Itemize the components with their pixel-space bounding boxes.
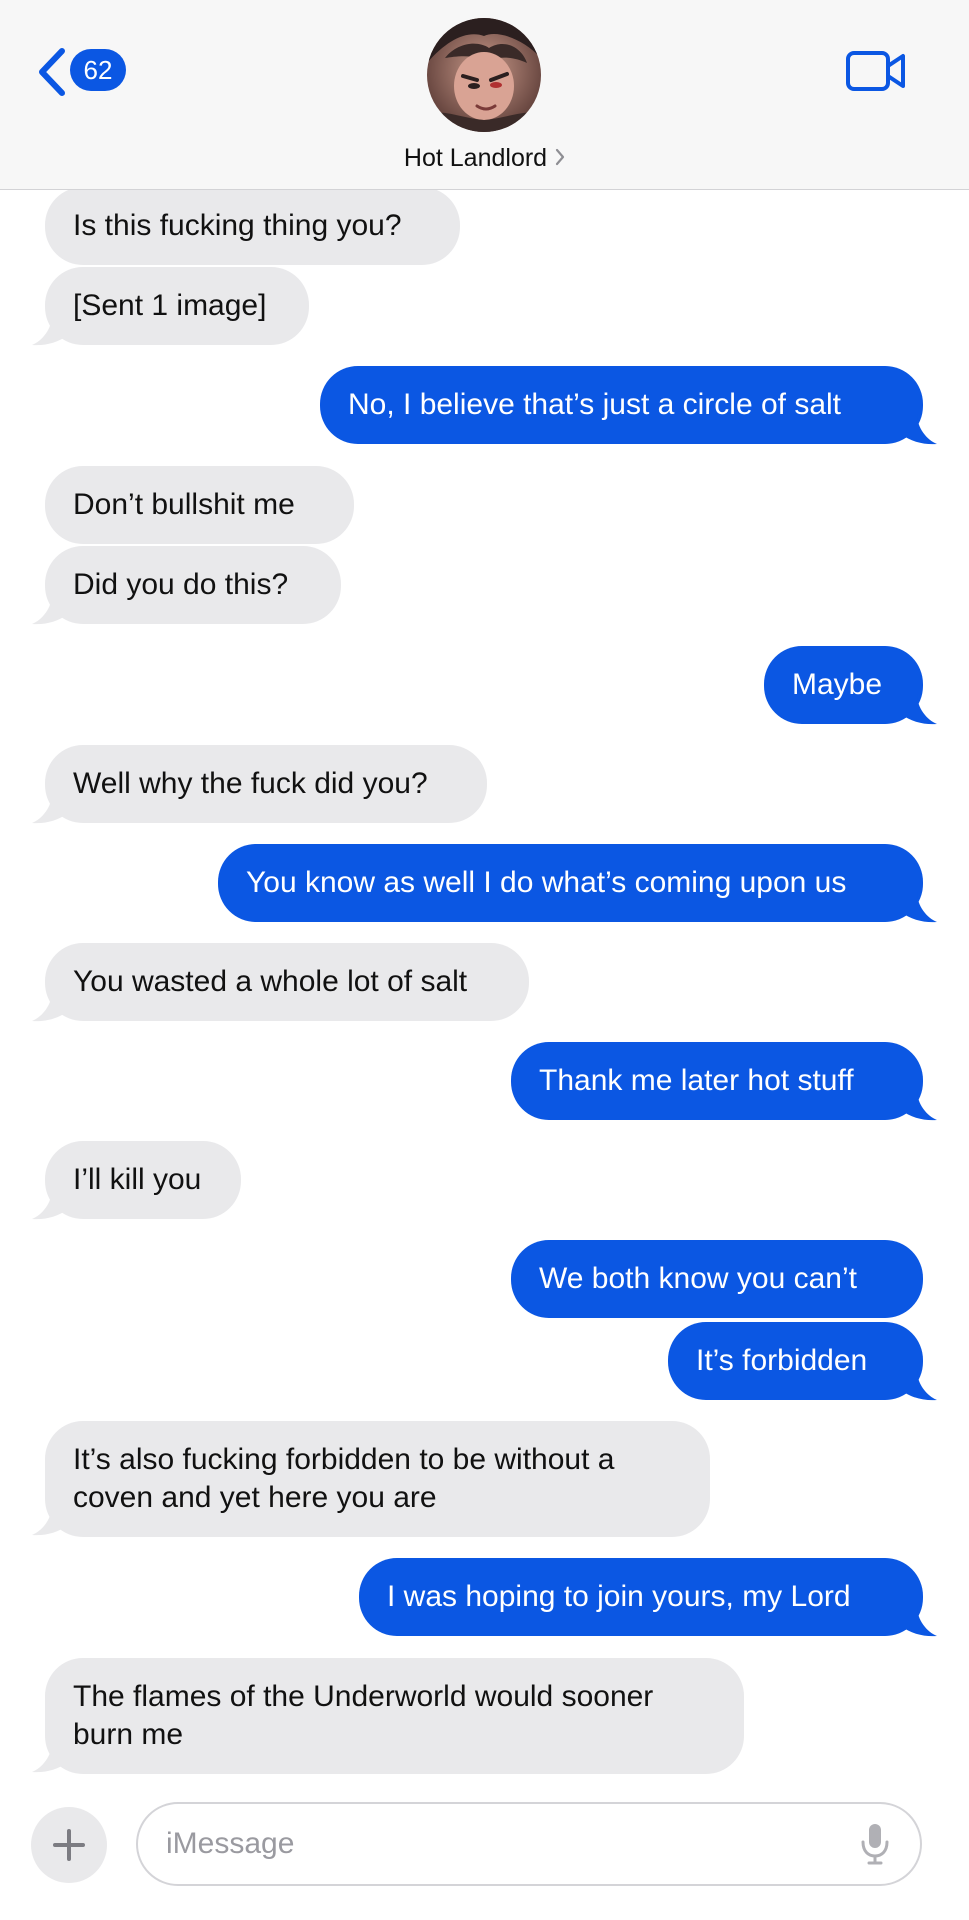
message-bubble-incoming[interactable]: The flames of the Underworld would soone… [45,1658,744,1774]
bubble-tail [32,1189,68,1220]
contact-name: Hot Landlord [403,144,548,172]
bubble-tail [901,892,937,923]
add-attachment-button[interactable] [31,1807,107,1883]
message-text: I was hoping to join yours, my Lord [387,1580,851,1613]
message-input[interactable]: iMessage [136,1802,922,1886]
message-text: We both know you can’t [539,1262,857,1295]
message-text: No, I believe that’s just a circle of sa… [348,388,842,421]
avatar[interactable] [427,18,541,132]
message-bubble-outgoing[interactable]: It’s forbidden [668,1322,923,1400]
bubble-tail [901,1606,937,1637]
message-bubble-incoming[interactable]: Did you do this? [45,546,341,624]
bubble-tail [32,1505,68,1536]
message-bubble-incoming[interactable]: You wasted a whole lot of salt [45,943,529,1021]
bubble-tail [901,694,937,725]
dictation-button[interactable] [860,1822,890,1871]
message-text: The flames of the Underworld would soone… [73,1680,654,1751]
contact-name-button[interactable]: Hot Landlord [0,141,969,175]
message-bubble-incoming[interactable]: Don’t bullshit me [45,466,354,544]
bubble-tail [901,1090,937,1121]
bubble-tail [32,315,68,346]
back-button[interactable]: 62 [34,47,134,97]
message-composer: iMessage [0,1780,969,1920]
profile-photo [427,18,541,132]
bubble-tail [32,1742,68,1773]
bubble-tail [32,793,68,824]
message-text: You wasted a whole lot of salt [73,965,468,998]
message-bubble-incoming[interactable]: It’s also fucking forbidden to be withou… [45,1421,710,1537]
unread-count-badge: 62 [70,49,126,91]
message-bubble-outgoing[interactable]: We both know you can’t [511,1240,923,1318]
message-bubble-incoming[interactable]: Well why the fuck did you? [45,745,487,823]
message-bubble-incoming[interactable]: Is this fucking thing you? [45,187,460,265]
conversation-header: 62 Hot Landlord [0,0,969,190]
message-text: It’s forbidden [696,1344,868,1377]
plus-icon [53,1829,85,1861]
message-input-placeholder: iMessage [166,1827,295,1860]
message-bubble-outgoing[interactable]: I was hoping to join yours, my Lord [359,1558,923,1636]
message-text: Well why the fuck did you? [73,767,428,800]
chevron-right-icon [555,148,565,166]
bubble-tail [901,1370,937,1401]
microphone-icon [861,1824,889,1865]
chevron-left-icon [39,48,65,96]
message-bubble-incoming[interactable]: I’ll kill you [45,1141,241,1219]
message-bubble-outgoing[interactable]: No, I believe that’s just a circle of sa… [320,366,923,444]
video-camera-icon [846,51,905,91]
message-bubble-outgoing[interactable]: Thank me later hot stuff [511,1042,923,1120]
message-text: I’ll kill you [73,1163,202,1196]
message-text: Did you do this? [73,568,289,601]
message-bubble-outgoing[interactable]: You know as well I do what’s coming upon… [218,844,923,922]
message-text: Is this fucking thing you? [73,209,402,242]
message-text: Maybe [792,668,883,701]
message-text: It’s also fucking forbidden to be withou… [73,1443,615,1514]
bubble-tail [901,414,937,445]
message-thread[interactable]: Is this fucking thing you? [Sent 1 image… [0,0,969,1800]
message-text: Thank me later hot stuff [539,1064,854,1097]
message-bubble-incoming[interactable]: [Sent 1 image] [45,267,309,345]
message-text: You know as well I do what’s coming upon… [246,866,847,899]
bubble-tail [32,991,68,1022]
video-call-button[interactable] [845,50,907,97]
bubble-tail [32,594,68,625]
message-text: Don’t bullshit me [73,488,295,521]
message-text: [Sent 1 image] [73,289,267,322]
